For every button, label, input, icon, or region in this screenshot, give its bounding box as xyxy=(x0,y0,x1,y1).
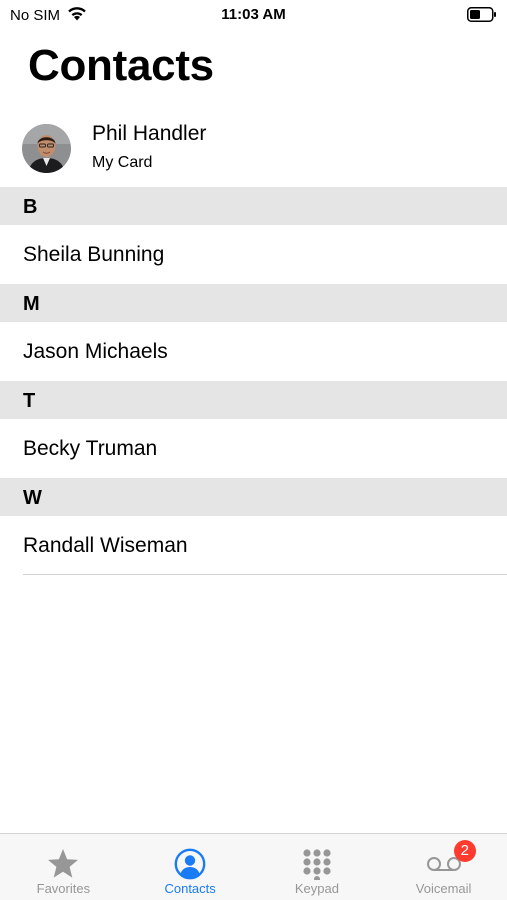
contact-row[interactable]: Jason Michaels xyxy=(0,322,507,381)
status-bar: No SIM 11:03 AM xyxy=(0,0,507,30)
section-header-w: W xyxy=(0,478,507,516)
keypad-icon xyxy=(299,847,335,881)
contact-row[interactable]: Sheila Bunning xyxy=(0,225,507,284)
contact-row[interactable]: Randall Wiseman xyxy=(0,516,507,575)
tab-voicemail[interactable]: 2 Voicemail xyxy=(380,834,507,900)
tab-label: Contacts xyxy=(164,881,216,896)
tab-favorites[interactable]: Favorites xyxy=(0,834,127,900)
person-circle-icon xyxy=(172,847,208,881)
section-header-t: T xyxy=(0,381,507,419)
tab-label: Keypad xyxy=(294,881,339,896)
contact-row[interactable]: Becky Truman xyxy=(0,419,507,478)
tab-keypad[interactable]: Keypad xyxy=(254,834,381,900)
battery-icon xyxy=(467,7,497,26)
tab-label: Voicemail xyxy=(415,881,472,896)
my-card-name: Phil Handler xyxy=(92,122,207,145)
tab-bar: Favorites Contacts Keypad 2 Voicemail xyxy=(0,833,507,900)
page-title: Contacts xyxy=(28,41,214,90)
contact-list: B Sheila Bunning M Jason Michaels T Beck… xyxy=(0,187,507,575)
avatar xyxy=(22,124,71,173)
status-time: 11:03 AM xyxy=(221,6,286,23)
section-header-m: M xyxy=(0,284,507,322)
my-card[interactable]: Phil Handler My Card xyxy=(0,110,507,186)
voicemail-badge: 2 xyxy=(453,840,476,862)
tab-label: Favorites xyxy=(36,881,91,896)
tab-contacts[interactable]: Contacts xyxy=(127,834,254,900)
star-icon xyxy=(45,847,81,881)
my-card-label: My Card xyxy=(92,154,153,171)
section-header-b: B xyxy=(0,187,507,225)
